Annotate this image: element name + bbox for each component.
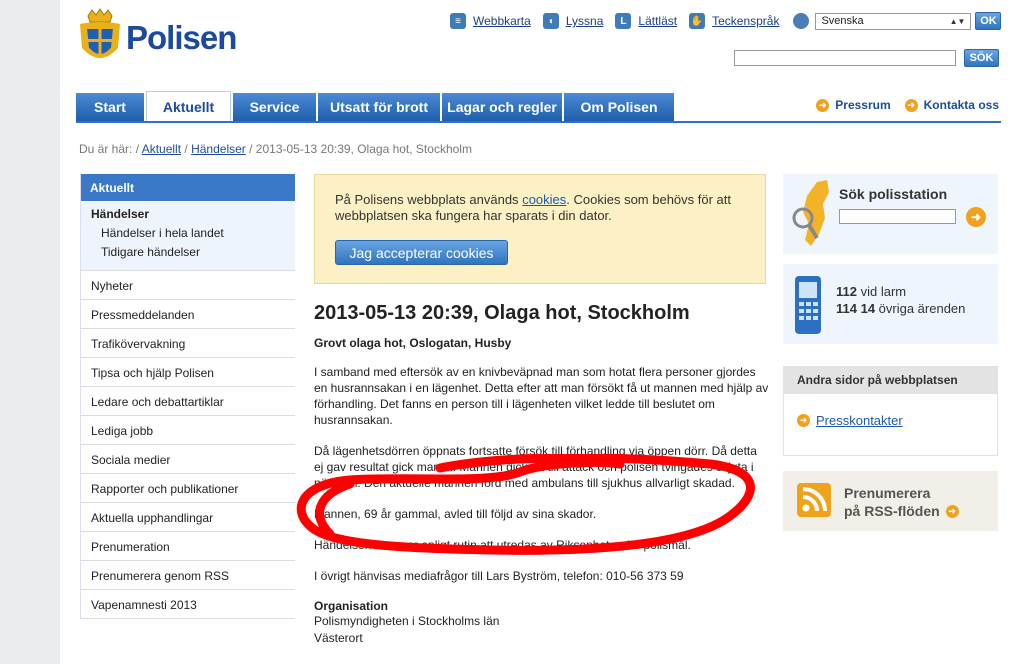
breadcrumb-prefix: Du är här: / [79,142,140,156]
sidebar-item[interactable]: Prenumeration [81,532,295,561]
breadcrumb-current: / 2013-05-13 20:39, Olaga hot, Stockholm [249,142,472,156]
site-search-input[interactable] [734,50,956,66]
tab-lagar-och-regler[interactable]: Lagar och regler [442,93,562,121]
toplink-sitemap[interactable]: ≡ Webbkarta [450,13,531,29]
breadcrumb: Du är här: / Aktuellt / Händelser / 2013… [79,142,472,156]
phone-11414: 114 14 [836,301,876,316]
sidebar-item-handelser[interactable]: Händelser [91,207,285,221]
easy-read-icon: L [615,13,632,29]
toplink-label[interactable]: Teckenspråk [712,14,779,28]
article: 2013-05-13 20:39, Olaga hot, Stockholm G… [314,302,769,647]
sidebar-heading[interactable]: Aktuellt [81,174,295,201]
pressrum-link[interactable]: ➜ Pressrum [816,98,891,112]
arrow-right-icon: ➜ [945,504,959,518]
sidebar-item[interactable]: Vapenamnesti 2013 [81,590,295,619]
sitemap-icon: ≡ [450,13,466,29]
page-title: 2013-05-13 20:39, Olaga hot, Stockholm [314,302,690,324]
nav-underline [76,121,1001,123]
language-select[interactable]: Svenska ▲▼ [815,12,972,30]
sweden-map-magnifier-icon [792,180,829,246]
station-search-title: Sök polisstation [839,186,948,202]
page: Polisen ≡ Webbkarta ◖ Lyssna L Lättläst … [60,0,1027,664]
kontakta-oss-label: Kontakta oss [923,98,999,112]
arrow-right-icon: ➜ [904,98,918,112]
breadcrumb-aktuellt[interactable]: Aktuellt [142,142,181,156]
listen-icon: ◖ [542,13,559,29]
logo-wordmark: Polisen [126,19,237,56]
sidebar-item[interactable]: Aktuella upphandlingar [81,503,295,532]
globe-icon [793,13,810,29]
article-subtitle: Grovt olaga hot, Oslogatan, Husby [314,336,512,350]
sidebar-item[interactable]: Trafikövervakning [81,329,295,358]
nav-right-links: ➜ Pressrum ➜ Kontakta oss [802,98,999,112]
sidebar-item[interactable]: Nyheter [81,271,295,300]
breadcrumb-handelser[interactable]: Händelser [191,142,246,156]
accept-cookies-button[interactable]: Jag accepterar cookies [335,240,508,265]
sidebar-item-tidigare[interactable]: Tidigare händelser [91,245,285,259]
other-pages-box: Andra sidor på webbplatsen ➜ Presskontak… [783,366,998,456]
rss-icon [797,483,831,517]
article-paragraph: Då lägenhetsdörren öppnats fortsatte för… [314,444,757,490]
presskontakter-link[interactable]: ➜ Presskontakter [797,413,903,428]
article-paragraph: Händelsen kommer enligt rutin att utreda… [314,538,691,552]
tab-om-polisen[interactable]: Om Polisen [564,93,674,121]
select-arrows-icon: ▲▼ [949,16,966,26]
phone-numbers-text: 112 vid larm 114 14 övriga ärenden [836,284,966,316]
sidebar-item[interactable]: Tipsa och hjälp Polisen [81,358,295,387]
sidebar-item[interactable]: Rapporter och publikationer [81,474,295,503]
site-search-button[interactable]: SÖK [964,49,999,67]
toplink-label[interactable]: Webbkarta [473,14,531,28]
rss-line2: på RSS-flöden [844,503,940,519]
language-value: Svenska [821,15,864,27]
kontakta-oss-link[interactable]: ➜ Kontakta oss [904,98,999,112]
logo[interactable]: Polisen [76,8,237,68]
station-search-input[interactable] [839,209,956,224]
article-paragraph: Mannen, 69 år gammal, avled till följd a… [314,507,597,521]
toplink-sign-language[interactable]: ✋ Teckenspråk [689,13,779,29]
toplink-label[interactable]: Lyssna [566,14,604,28]
toplink-label[interactable]: Lättläst [638,14,677,28]
organisation-line: Polismyndigheten i Stockholms län [314,614,500,628]
presskontakter-label[interactable]: Presskontakter [816,413,903,428]
police-crest-icon [80,8,120,58]
sidebar-subsection: Händelser Händelser i hela landet Tidiga… [81,201,295,271]
sidebar-item[interactable]: Ledare och debattartiklar [81,387,295,416]
sign-language-icon: ✋ [689,13,706,29]
station-search-go-button[interactable]: ➜ [966,207,986,227]
organisation-line: Västerort [314,631,363,645]
sidebar-item[interactable]: Pressmeddelanden [81,300,295,329]
phone-112: 112 [836,284,857,299]
tab-utsatt-for-brott[interactable]: Utsatt för brott [318,93,440,121]
left-sidebar: Aktuellt Händelser Händelser i hela land… [80,174,295,619]
article-paragraph: I samband med eftersök av en knivbeväpna… [314,365,769,427]
rss-subscribe-box[interactable]: Prenumerera på RSS-flöden ➜ [783,471,998,531]
mobile-phone-icon [795,276,821,334]
tab-service[interactable]: Service [233,93,316,121]
article-paragraph: I övrigt hänvisas mediafrågor till Lars … [314,569,684,583]
breadcrumb-sep: / [184,142,188,156]
cookie-notice: På Polisens webbplats används cookies. C… [314,174,766,284]
language-ok-button[interactable]: OK [975,12,1002,30]
cookies-link[interactable]: cookies [522,192,566,207]
sidebar-item[interactable]: Prenumerera genom RSS [81,561,295,590]
sidebar-item-hela-landet[interactable]: Händelser i hela landet [91,226,285,240]
arrow-right-icon: ➜ [797,414,810,427]
toplink-listen[interactable]: ◖ Lyssna [542,13,604,29]
organisation-heading: Organisation [314,599,389,613]
cookie-text: På Polisens webbplats används cookies. C… [335,192,732,223]
phone-numbers-box: 112 vid larm 114 14 övriga ärenden [783,264,998,344]
police-station-search: Sök polisstation ➜ [783,174,998,254]
sidebar-item[interactable]: Sociala medier [81,445,295,474]
tab-start[interactable]: Start [76,93,144,121]
tab-aktuellt[interactable]: Aktuellt [146,91,231,121]
sidebar-item[interactable]: Lediga jobb [81,416,295,445]
main-nav: Start Aktuellt Service Utsatt för brott … [76,91,676,123]
arrow-right-icon: ➜ [816,98,830,112]
pressrum-label: Pressrum [835,98,891,112]
toplink-easy-read[interactable]: L Lättläst [615,13,677,29]
other-pages-heading: Andra sidor på webbplatsen [784,367,997,394]
rss-line1: Prenumerera [844,485,931,501]
top-utility-bar: ≡ Webbkarta ◖ Lyssna L Lättläst ✋ Tecken… [450,12,1002,30]
rss-text: Prenumerera på RSS-flöden ➜ [844,484,965,520]
